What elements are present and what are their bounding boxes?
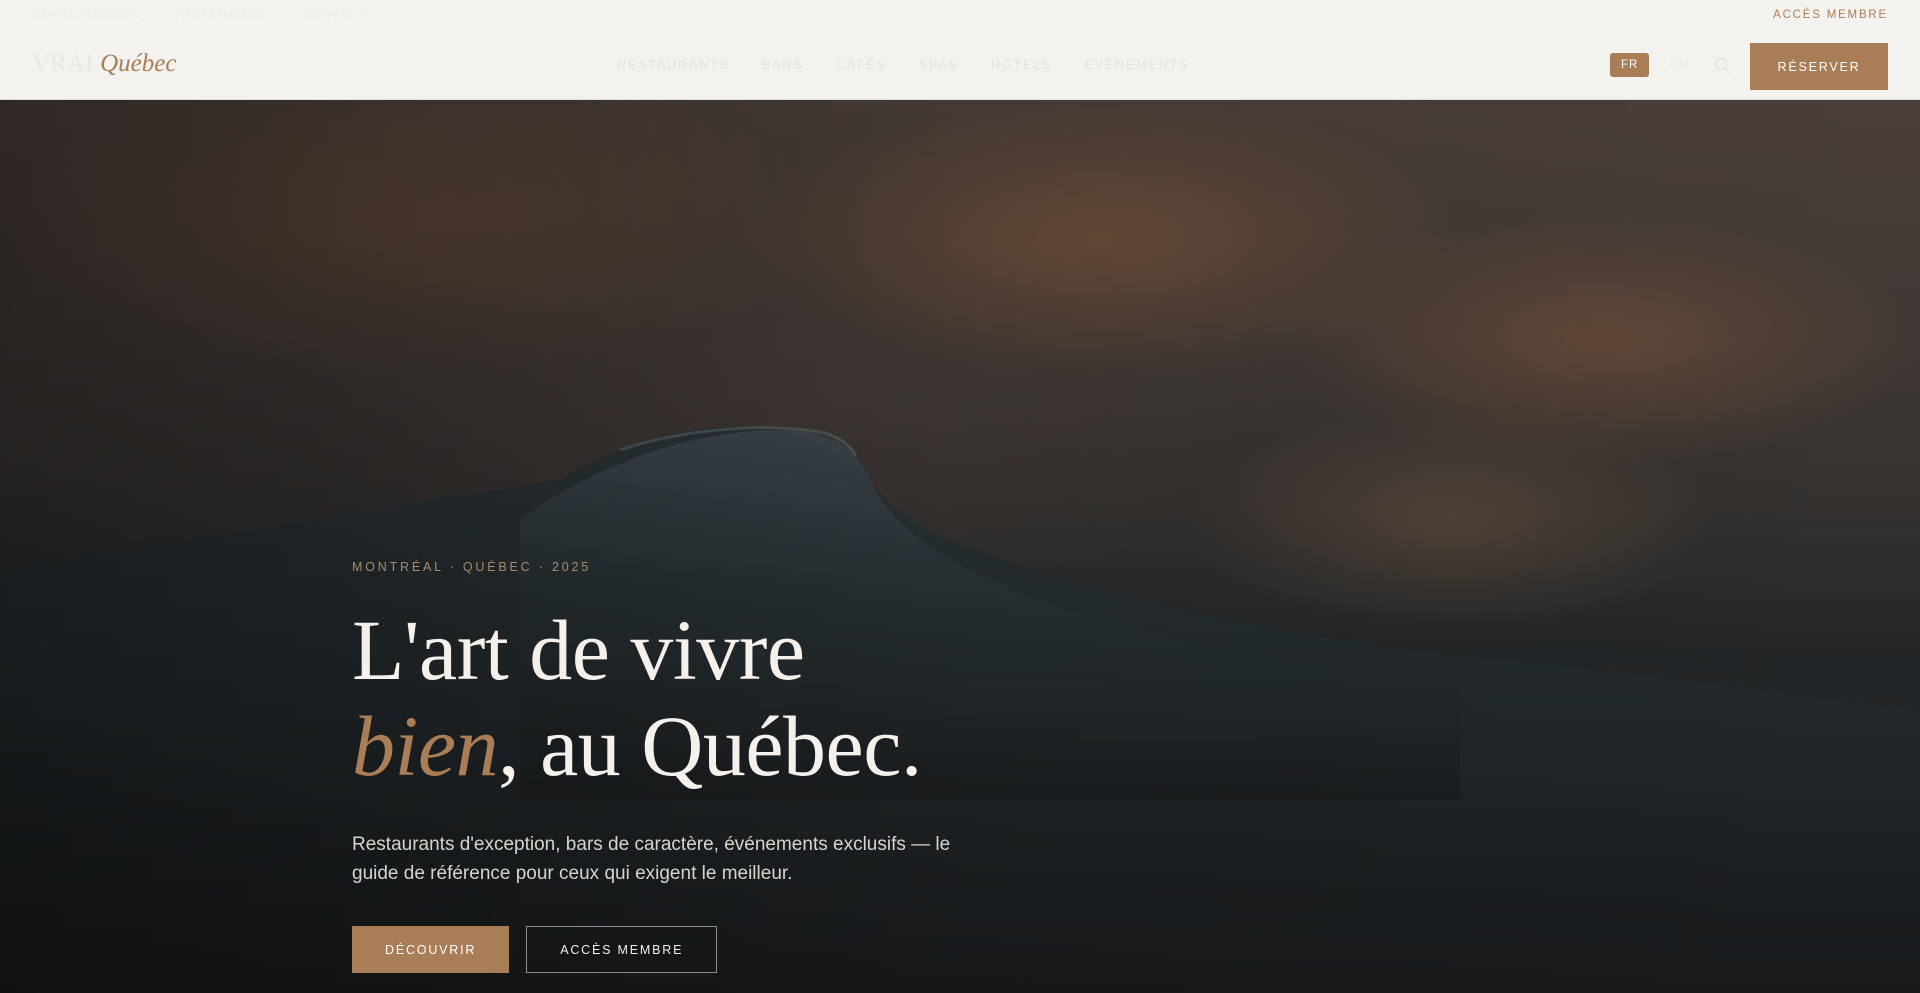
- hero-content: MONTRÉAL · QUÉBEC · 2025 L'art de vivre …: [352, 560, 1252, 973]
- language-switcher: FR EN: [1610, 53, 1699, 77]
- hero-section: MONTRÉAL · QUÉBEC · 2025 L'art de vivre …: [0, 100, 1920, 993]
- nav-cafes[interactable]: CAFÉS: [836, 58, 887, 72]
- discover-button[interactable]: DÉCOUVRIR: [352, 926, 510, 973]
- lang-en-button[interactable]: EN: [1659, 53, 1699, 77]
- member-access-button[interactable]: ACCÈS MEMBRE: [526, 926, 718, 973]
- top-bar: Notre mission Partenaires Contact ACCÈS …: [0, 0, 1920, 32]
- search-button[interactable]: [1712, 55, 1734, 77]
- headline-line1: L'art de vivre: [352, 602, 805, 698]
- top-link-partners[interactable]: Partenaires: [175, 9, 269, 21]
- site-header: Notre mission Partenaires Contact ACCÈS …: [0, 0, 1920, 100]
- hero-headline: L'art de vivre bien, au Québec.: [352, 602, 1252, 794]
- lang-fr-button[interactable]: FR: [1610, 53, 1650, 77]
- top-links: Notre mission Partenaires Contact: [32, 9, 367, 21]
- logo-accent-text: Québec: [100, 50, 177, 77]
- nav-bars[interactable]: BARS: [762, 58, 804, 72]
- hero-subtitle: Restaurants d'exception, bars de caractè…: [352, 834, 951, 884]
- nav-spas[interactable]: SPAS: [919, 58, 959, 72]
- main-nav-row: VRAI Québec RESTAURANTS BARS CAFÉS SPAS …: [0, 36, 1920, 96]
- top-link-contact[interactable]: Contact: [303, 9, 367, 21]
- headline-line2: , au Québec.: [498, 698, 922, 794]
- nav-events[interactable]: ÉVÉNEMENTS: [1084, 58, 1189, 72]
- hero-eyebrow: MONTRÉAL · QUÉBEC · 2025: [352, 560, 592, 574]
- headline-accent: bien: [352, 698, 499, 794]
- logo-main-text: VRAI: [32, 50, 94, 77]
- nav-hotels[interactable]: HÔTELS: [991, 58, 1052, 72]
- search-icon: [1714, 57, 1731, 74]
- site-logo[interactable]: VRAI Québec: [32, 50, 176, 78]
- reserve-button[interactable]: RÉSERVER: [1750, 43, 1888, 90]
- nav-restaurants[interactable]: RESTAURANTS: [617, 58, 730, 72]
- main-nav: RESTAURANTS BARS CAFÉS SPAS HÔTELS ÉVÉNE…: [617, 58, 1189, 72]
- top-link-mission[interactable]: Notre mission: [32, 9, 141, 21]
- hero-cta-row: DÉCOUVRIR ACCÈS MEMBRE: [352, 926, 1252, 973]
- member-access-link[interactable]: ACCÈS MEMBRE: [1773, 9, 1888, 21]
